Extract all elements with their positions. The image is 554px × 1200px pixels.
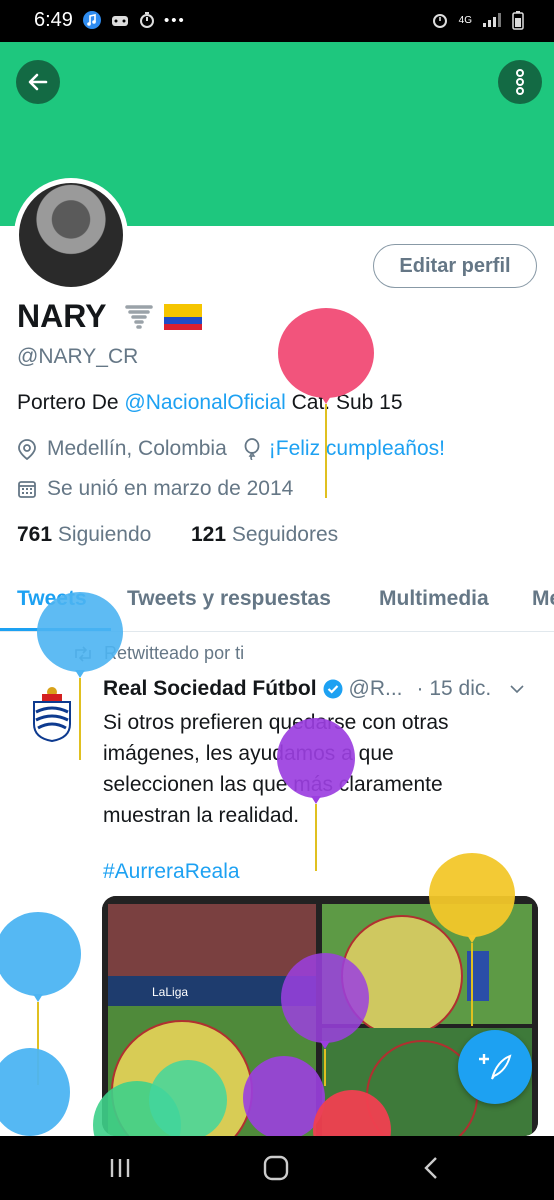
chevron-down-icon[interactable]: [509, 683, 525, 695]
tweet-text-line: imágenes, les ayudamos a que: [103, 742, 394, 765]
location-pin-icon: [18, 439, 36, 460]
joined-text: Se unió en marzo de 2014: [47, 477, 294, 500]
location-row: Medellín, Colombia ¡Feliz cumpleaños!: [17, 437, 445, 461]
tweet-handle: @R...: [348, 677, 403, 700]
tweet-text-line: Si otros prefieren quedarse con otras: [103, 711, 449, 734]
svg-text:LaLiga: LaLiga: [152, 985, 188, 999]
edit-profile-button[interactable]: Editar perfil: [373, 244, 537, 288]
tweet-author[interactable]: Real Sociedad Fútbol: [103, 677, 317, 701]
balloon-icon: [244, 438, 260, 460]
retweet-label: Retwitteado por ti: [104, 643, 245, 663]
tweet-media[interactable]: LaLiga: [102, 896, 538, 1136]
tweet-text-line: muestran la realidad.: [103, 804, 300, 827]
verified-badge-icon: [323, 679, 343, 699]
arrow-left-icon: [28, 73, 48, 91]
followers-link[interactable]: 121 Seguidores: [191, 523, 338, 546]
tweet-date: · 15 dic.: [416, 677, 492, 700]
profile-handle: @NARY_CR: [17, 345, 139, 368]
status-bar: 6:49 ••• 4G: [0, 0, 554, 42]
network-type: 4G: [458, 14, 472, 26]
profile-tabs: Tweets Tweets y respuestas Multimedia Me: [0, 585, 554, 632]
tweet-text: Si otros prefieren quedarse con otras im…: [103, 707, 523, 831]
bio-mention-link[interactable]: @NacionalOficial: [124, 391, 285, 414]
system-navigation-bar: [0, 1136, 554, 1200]
avatar[interactable]: [14, 178, 128, 292]
following-label: Siguiendo: [57, 523, 152, 546]
timer-icon: [140, 12, 154, 28]
system-icons: 4G: [431, 10, 524, 30]
alarm-icon: [432, 14, 447, 28]
balloon-blue-2: [0, 912, 81, 1085]
tweet-text-line: seleccionen las que más claramente: [103, 773, 443, 796]
bio-text-suffix: Cat. Sub 15: [285, 391, 403, 414]
bio-text: Portero De: [17, 391, 125, 414]
tab-tweets[interactable]: Tweets: [17, 587, 87, 611]
followers-label: Seguidores: [231, 523, 339, 546]
name-emojis: [124, 302, 202, 332]
following-count: 761: [17, 523, 53, 546]
back-button[interactable]: [16, 60, 60, 104]
tweet-hashtag[interactable]: #AurreraReala: [103, 860, 240, 884]
calendar-icon: [18, 481, 36, 498]
birthday-link[interactable]: ¡Feliz cumpleaños!: [269, 437, 445, 461]
game-app-icon: [112, 16, 128, 26]
signal-icon: [483, 13, 501, 27]
tab-likes[interactable]: Me: [532, 587, 554, 611]
home-icon[interactable]: [263, 1155, 289, 1181]
followers-count: 121: [191, 523, 227, 546]
active-tab-indicator: [0, 628, 111, 631]
tab-media[interactable]: Multimedia: [379, 587, 489, 611]
media-collage: LaLiga: [102, 896, 538, 1136]
status-time: 6:49: [34, 9, 73, 31]
tornado-emoji-icon: [125, 305, 153, 329]
more-options-button[interactable]: [498, 60, 542, 104]
following-link[interactable]: 761 Siguiendo: [17, 523, 151, 546]
more-vertical-icon: [516, 69, 524, 95]
recent-apps-icon[interactable]: [108, 1157, 132, 1179]
balloon-blue-3: [0, 1048, 70, 1136]
battery-icon: [512, 11, 524, 30]
notification-icons: •••: [82, 10, 186, 30]
compose-tweet-icon: [479, 1054, 512, 1080]
location-text: Medellín, Colombia: [47, 437, 227, 460]
profile-bio: Portero De @NacionalOficial Cat. Sub 15: [17, 391, 403, 415]
joined-row: Se unió en marzo de 2014: [17, 477, 293, 501]
tweet-header: Real Sociedad Fútbol @R... · 15 dic.: [103, 677, 525, 701]
back-nav-icon[interactable]: [423, 1156, 439, 1180]
music-app-icon: [83, 11, 101, 29]
profile-name: NARY: [17, 298, 107, 334]
avatar-photo: [19, 183, 123, 287]
follow-counts: 761 Siguiendo 121 Seguidores: [17, 523, 338, 547]
compose-tweet-button[interactable]: [458, 1030, 532, 1104]
more-notifications-icon: •••: [164, 11, 186, 29]
retweet-icon: [75, 645, 91, 662]
colombia-flag-icon: [164, 304, 202, 330]
retweet-context: Retwitteado por ti: [72, 643, 244, 664]
real-sociedad-logo[interactable]: [28, 686, 76, 742]
tab-tweets-replies[interactable]: Tweets y respuestas: [127, 587, 331, 611]
